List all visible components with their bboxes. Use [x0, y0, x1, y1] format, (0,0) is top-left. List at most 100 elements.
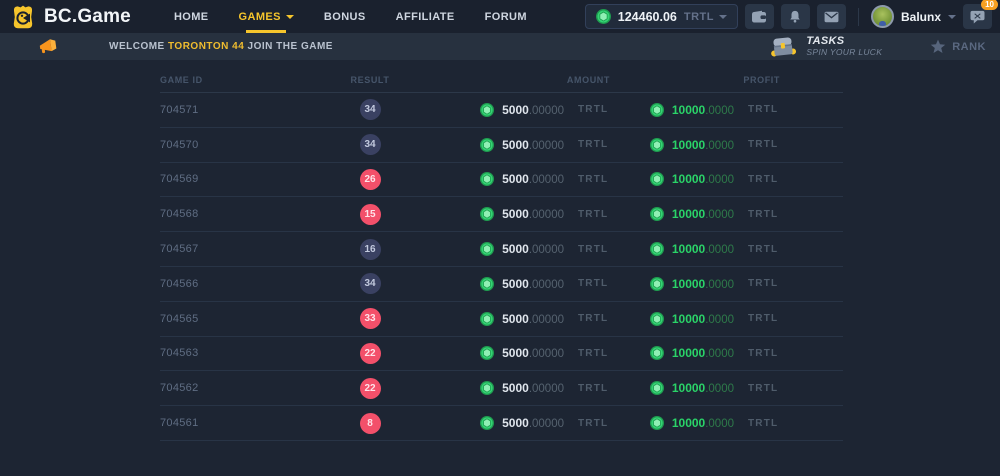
table-row[interactable]: 704570 34 5000.00000 TRTL 10000.0000 TRT… — [160, 128, 843, 163]
announcement-text: WELCOME TORONTON 44 JOIN THE GAME — [109, 41, 333, 52]
trtl-coin-icon — [650, 416, 664, 430]
announcement-bar: WELCOME TORONTON 44 JOIN THE GAME TASKS … — [0, 33, 1000, 60]
brand-name: BC.Game — [44, 6, 131, 28]
table-row[interactable]: 704567 16 5000.00000 TRTL 10000.0000 TRT… — [160, 232, 843, 267]
amount-cell: 5000.00000 TRTL — [420, 240, 610, 258]
trtl-coin-icon — [650, 138, 664, 152]
header-amount: AMOUNT — [420, 75, 610, 85]
profit-value: 10000.0000 — [672, 136, 734, 154]
result-badge: 22 — [360, 378, 381, 399]
profit-cell: 10000.0000 TRTL — [610, 101, 780, 119]
wallet-button[interactable] — [745, 4, 774, 29]
rank-button[interactable]: RANK — [930, 39, 986, 54]
nav-item-forum[interactable]: FORUM — [470, 0, 542, 33]
tasks-subtitle: SPIN YOUR LUCK — [806, 48, 882, 58]
amount-currency: TRTL — [578, 418, 610, 429]
result-cell: 16 — [320, 239, 420, 260]
profit-value: 10000.0000 — [672, 170, 734, 188]
profit-cell: 10000.0000 TRTL — [610, 205, 780, 223]
game-id-cell: 704568 — [160, 208, 320, 220]
table-row[interactable]: 704563 22 5000.00000 TRTL 10000.0000 TRT… — [160, 337, 843, 372]
table-row[interactable]: 704566 34 5000.00000 TRTL 10000.0000 TRT… — [160, 267, 843, 302]
amount-currency: TRTL — [578, 313, 610, 324]
game-id: 704563 — [160, 347, 199, 359]
profit-value: 10000.0000 — [672, 101, 734, 119]
trtl-coin-icon — [650, 242, 664, 256]
amount-currency: TRTL — [578, 139, 610, 150]
chat-icon — [970, 10, 985, 24]
amount-value: 5000.00000 — [502, 344, 564, 362]
result-cell: 22 — [320, 378, 420, 399]
game-id-cell: 704570 — [160, 139, 320, 151]
result-cell: 34 — [320, 273, 420, 294]
header-profit: PROFIT — [610, 75, 780, 85]
result-cell: 34 — [320, 99, 420, 120]
profit-value: 10000.0000 — [672, 344, 734, 362]
balance-selector[interactable]: 124460.06 TRTL — [585, 4, 738, 29]
result-badge: 33 — [360, 308, 381, 329]
table-row[interactable]: 704571 34 5000.00000 TRTL 10000.0000 TRT… — [160, 93, 843, 128]
chevron-down-icon — [286, 15, 294, 19]
amount-cell: 5000.00000 TRTL — [420, 101, 610, 119]
main-nav: HOME GAMES BONUS AFFILIATE FORUM — [159, 0, 542, 33]
trtl-coin-icon — [480, 277, 494, 291]
result-cell: 22 — [320, 343, 420, 364]
trtl-coin-icon — [650, 103, 664, 117]
user-menu[interactable]: Balunx — [871, 5, 956, 28]
result-badge: 34 — [360, 273, 381, 294]
game-id: 704567 — [160, 243, 199, 255]
wallet-icon — [751, 10, 767, 24]
amount-currency: TRTL — [578, 383, 610, 394]
profit-currency: TRTL — [748, 278, 780, 289]
chevron-down-icon — [948, 15, 956, 19]
amount-cell: 5000.00000 TRTL — [420, 310, 610, 328]
profit-cell: 10000.0000 TRTL — [610, 275, 780, 293]
profit-value: 10000.0000 — [672, 379, 734, 397]
nav-item-bonus[interactable]: BONUS — [309, 0, 381, 33]
trtl-coin-icon — [650, 277, 664, 291]
table-row[interactable]: 704565 33 5000.00000 TRTL 10000.0000 TRT… — [160, 302, 843, 337]
game-id: 704561 — [160, 417, 199, 429]
table-row[interactable]: 704562 22 5000.00000 TRTL 10000.0000 TRT… — [160, 371, 843, 406]
nav-item-home[interactable]: HOME — [159, 0, 224, 33]
nav-item-affiliate[interactable]: AFFILIATE — [381, 0, 470, 33]
result-badge: 34 — [360, 99, 381, 120]
amount-currency: TRTL — [578, 174, 610, 185]
mail-button[interactable] — [817, 4, 846, 29]
rank-label: RANK — [952, 41, 986, 53]
divider — [858, 8, 859, 26]
notifications-button[interactable] — [781, 4, 810, 29]
profit-currency: TRTL — [748, 313, 780, 324]
amount-value: 5000.00000 — [502, 101, 564, 119]
chat-button[interactable]: 10 — [963, 4, 992, 29]
amount-value: 5000.00000 — [502, 275, 564, 293]
result-cell: 8 — [320, 413, 420, 434]
table-header-row: GAME ID RESULT AMOUNT PROFIT — [160, 67, 843, 93]
trtl-coin-icon — [480, 172, 494, 186]
amount-cell: 5000.00000 TRTL — [420, 205, 610, 223]
tasks-button[interactable]: TASKS SPIN YOUR LUCK — [769, 35, 882, 57]
game-id-cell: 704569 — [160, 173, 320, 185]
result-cell: 15 — [320, 204, 420, 225]
game-id: 704562 — [160, 382, 199, 394]
brand[interactable]: BC.Game — [10, 4, 131, 30]
game-id: 704566 — [160, 278, 199, 290]
nav-item-games[interactable]: GAMES — [224, 0, 309, 33]
amount-cell: 5000.00000 TRTL — [420, 379, 610, 397]
star-icon — [930, 39, 946, 54]
table-row[interactable]: 704569 26 5000.00000 TRTL 10000.0000 TRT… — [160, 163, 843, 198]
trtl-coin-icon — [480, 312, 494, 326]
header-game-id: GAME ID — [160, 75, 320, 85]
profit-cell: 10000.0000 TRTL — [610, 310, 780, 328]
trtl-coin-icon — [650, 346, 664, 360]
profit-cell: 10000.0000 TRTL — [610, 344, 780, 362]
game-id-cell: 704561 — [160, 417, 320, 429]
profit-currency: TRTL — [748, 348, 780, 359]
bell-icon — [788, 9, 802, 24]
game-id-cell: 704563 — [160, 347, 320, 359]
table-row[interactable]: 704568 15 5000.00000 TRTL 10000.0000 TRT… — [160, 197, 843, 232]
game-id-cell: 704562 — [160, 382, 320, 394]
amount-cell: 5000.00000 TRTL — [420, 414, 610, 432]
table-row[interactable]: 704561 8 5000.00000 TRTL 10000.0000 TRTL — [160, 406, 843, 441]
game-id: 704568 — [160, 208, 199, 220]
